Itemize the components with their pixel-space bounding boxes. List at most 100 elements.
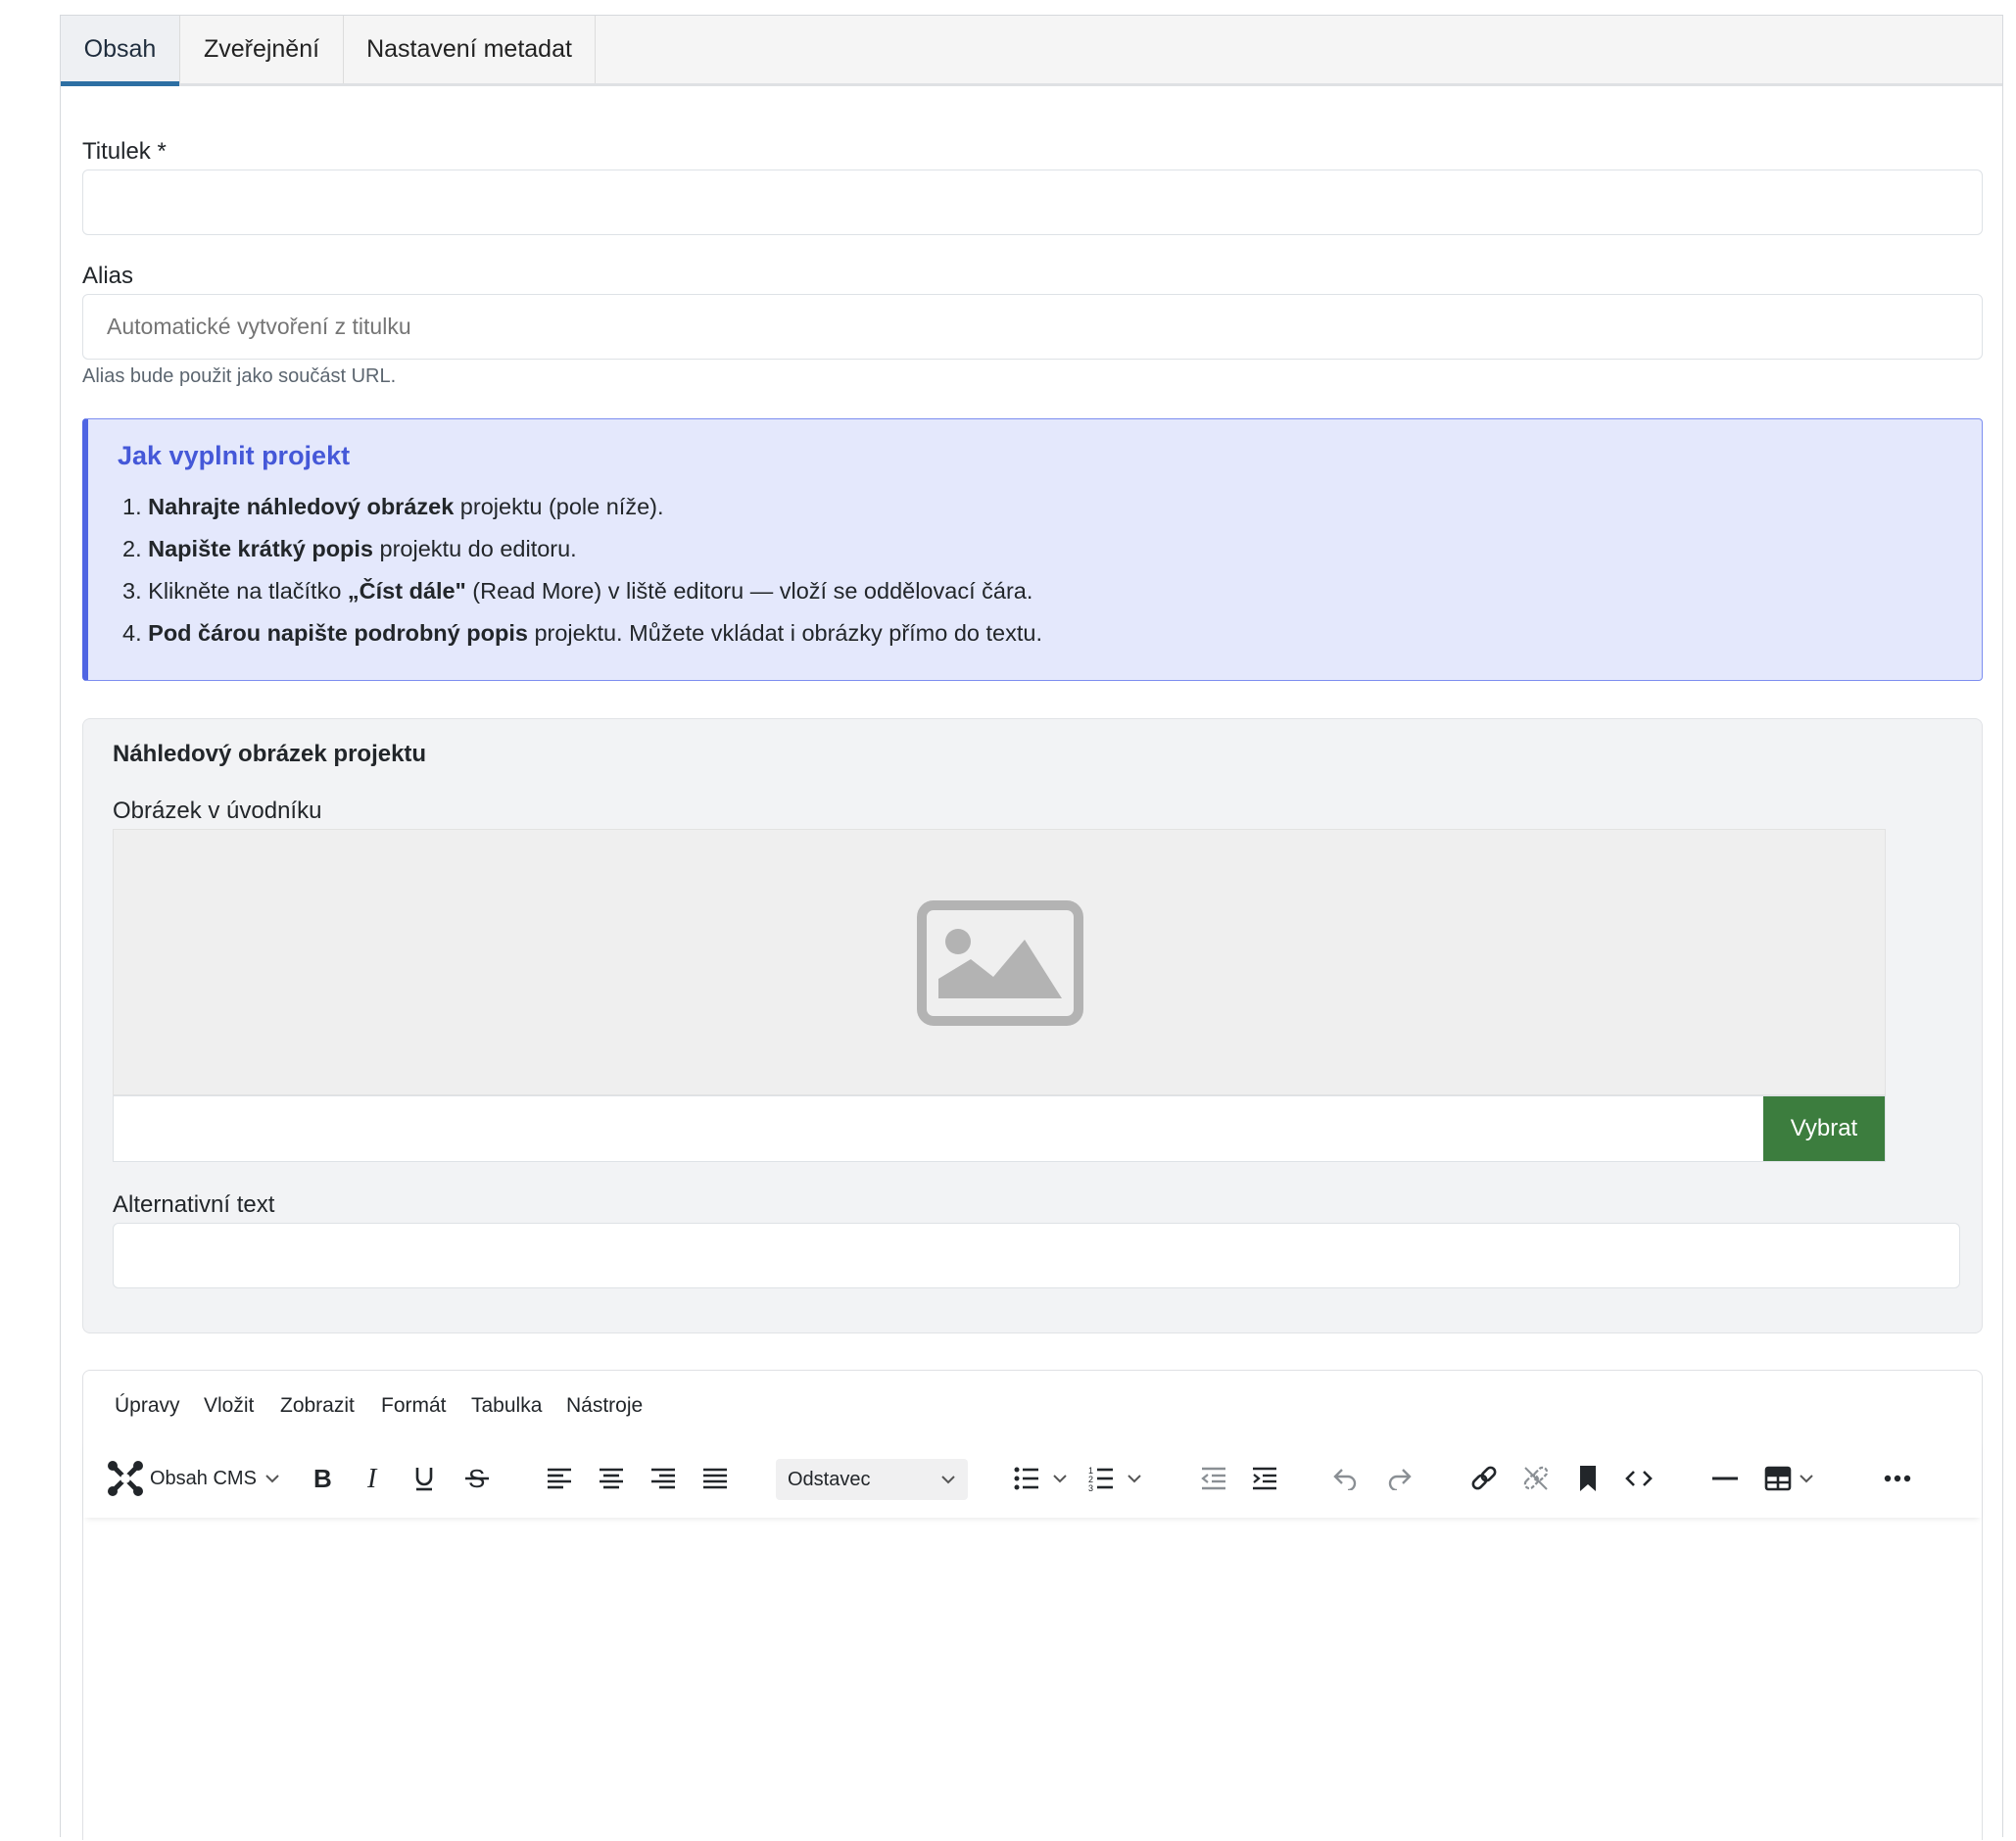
link-button[interactable] xyxy=(1466,1461,1502,1496)
editor-menubar: Úpravy Vložit Zobrazit Formát Tabulka Ná… xyxy=(83,1371,1982,1439)
code-icon xyxy=(1625,1471,1653,1486)
bullet-list-icon xyxy=(1014,1467,1038,1490)
underline-button[interactable] xyxy=(407,1461,442,1496)
item-number: 2. xyxy=(122,536,142,561)
outdent-icon xyxy=(1201,1467,1225,1490)
table-icon xyxy=(1764,1466,1792,1491)
preview-image-card: Náhledový obrázek projektu Obrázek v úvo… xyxy=(82,718,1983,1333)
item-number: 4. xyxy=(122,620,142,646)
cms-button-label: Obsah CMS xyxy=(150,1467,257,1489)
align-right-button[interactable] xyxy=(646,1461,681,1496)
image-label: Obrázek v úvodníku xyxy=(113,798,322,824)
list-item: 2. Napište krátký popis projektu do edit… xyxy=(122,528,1042,570)
article-edit-panel: Obsah Zveřejnění Nastavení metadat Titul… xyxy=(60,15,2003,1840)
item-bold-text: Napište krátký popis xyxy=(148,536,373,561)
image-preview xyxy=(113,829,1886,1095)
source-code-button[interactable] xyxy=(1621,1461,1656,1496)
indent-button[interactable] xyxy=(1247,1461,1282,1496)
indent-icon xyxy=(1253,1467,1276,1490)
undo-button[interactable] xyxy=(1327,1461,1363,1496)
instructions-list: 1. Nahrajte náhledový obrázek projektu (… xyxy=(122,486,1042,654)
horizontal-rule-button[interactable] xyxy=(1707,1461,1743,1496)
underline-icon xyxy=(415,1468,433,1491)
chevron-down-icon xyxy=(941,1476,955,1484)
item-bold-text: Nahrajte náhledový obrázek xyxy=(148,494,455,519)
instructions-title: Jak vyplnit projekt xyxy=(118,441,351,470)
menu-vlozit[interactable]: Vložit xyxy=(204,1394,254,1418)
block-format-select[interactable]: Odstavec xyxy=(776,1459,968,1500)
bold-icon: B xyxy=(313,1466,332,1491)
tab-nastaveni-metadat[interactable]: Nastavení metadat xyxy=(344,16,596,83)
strikethrough-button[interactable]: S xyxy=(459,1461,495,1496)
bold-button[interactable]: B xyxy=(305,1461,340,1496)
item-bold-text: „Číst dále" xyxy=(347,578,466,604)
strikethrough-icon: S xyxy=(465,1465,489,1492)
menu-zobrazit[interactable]: Zobrazit xyxy=(280,1394,355,1418)
rich-text-editor: Úpravy Vložit Zobrazit Formát Tabulka Ná… xyxy=(82,1370,1983,1840)
redo-button[interactable] xyxy=(1382,1461,1417,1496)
title-label: Titulek * xyxy=(82,138,167,165)
more-button[interactable] xyxy=(1880,1461,1915,1496)
item-bold-text: Pod čárou napište podrobný popis xyxy=(148,620,528,646)
chevron-down-icon xyxy=(1800,1474,1813,1482)
tab-zverejneni[interactable]: Zveřejnění xyxy=(180,16,344,83)
bookmark-icon xyxy=(1580,1466,1596,1491)
editor-toolbar: Obsah CMS B I S Odstavec 1 2 3 xyxy=(83,1439,1982,1518)
chevron-down-icon xyxy=(265,1475,279,1483)
alt-text-label: Alternativní text xyxy=(113,1191,275,1218)
italic-icon: I xyxy=(366,1466,378,1491)
more-icon xyxy=(1884,1475,1911,1482)
align-right-icon xyxy=(651,1468,675,1489)
tab-obsah[interactable]: Obsah xyxy=(61,16,180,86)
unlink-icon xyxy=(1523,1466,1549,1490)
list-item: 1. Nahrajte náhledový obrázek projektu (… xyxy=(122,486,1042,528)
italic-button[interactable]: I xyxy=(356,1461,391,1496)
card-title: Náhledový obrázek projektu xyxy=(113,741,427,767)
menu-format[interactable]: Formát xyxy=(381,1394,447,1418)
align-center-icon xyxy=(600,1468,623,1489)
joomla-icon xyxy=(108,1461,143,1496)
select-image-button[interactable]: Vybrat xyxy=(1763,1096,1885,1161)
item-text: projektu do editoru. xyxy=(373,536,577,561)
numbered-list-icon: 123 xyxy=(1088,1466,1113,1491)
item-text: Klikněte na tlačítko xyxy=(141,578,348,604)
image-placeholder-icon xyxy=(917,900,1083,1026)
menu-tabulka[interactable]: Tabulka xyxy=(471,1394,542,1418)
item-text: projektu (pole níže). xyxy=(454,494,664,519)
link-icon xyxy=(1471,1466,1497,1490)
svg-text:B: B xyxy=(313,1466,332,1491)
align-left-button[interactable] xyxy=(542,1461,577,1496)
alias-input[interactable] xyxy=(82,294,1983,360)
tab-bar: Obsah Zveřejnění Nastavení metadat xyxy=(61,16,2002,86)
svg-text:3: 3 xyxy=(1088,1483,1093,1491)
list-item: 3. Klikněte na tlačítko „Číst dále" (Rea… xyxy=(122,570,1042,612)
alias-hint: Alias bude použit jako součást URL. xyxy=(82,365,397,387)
svg-text:I: I xyxy=(366,1466,378,1491)
bookmark-button[interactable] xyxy=(1570,1461,1606,1496)
align-left-icon xyxy=(548,1468,571,1489)
item-text: (Read More) v liště editoru — vloží se o… xyxy=(465,578,1033,604)
table-button[interactable] xyxy=(1764,1461,1825,1496)
chevron-down-icon xyxy=(1053,1474,1067,1482)
redo-icon xyxy=(1388,1469,1412,1490)
unlink-button[interactable] xyxy=(1518,1461,1554,1496)
numbered-list-button[interactable]: 123 xyxy=(1088,1461,1149,1496)
undo-icon xyxy=(1333,1469,1357,1490)
alt-text-input[interactable] xyxy=(113,1223,1960,1288)
horizontal-rule-icon xyxy=(1712,1477,1738,1480)
bullet-list-button[interactable] xyxy=(1014,1461,1075,1496)
item-number: 3. xyxy=(122,578,142,604)
list-item: 4. Pod čárou napište podrobný popis proj… xyxy=(122,612,1042,654)
outdent-button[interactable] xyxy=(1196,1461,1231,1496)
menu-nastroje[interactable]: Nástroje xyxy=(566,1394,643,1418)
chevron-down-icon xyxy=(1128,1474,1141,1482)
title-input[interactable] xyxy=(82,170,1983,235)
cms-content-button[interactable]: Obsah CMS xyxy=(107,1461,293,1496)
editor-content-area[interactable] xyxy=(83,1518,1982,1841)
align-justify-button[interactable] xyxy=(697,1461,733,1496)
image-path-input[interactable]: Vybrat xyxy=(113,1095,1886,1162)
item-number: 1. xyxy=(122,494,142,519)
align-justify-icon xyxy=(703,1468,727,1489)
menu-upravy[interactable]: Úpravy xyxy=(115,1394,180,1418)
align-center-button[interactable] xyxy=(594,1461,629,1496)
